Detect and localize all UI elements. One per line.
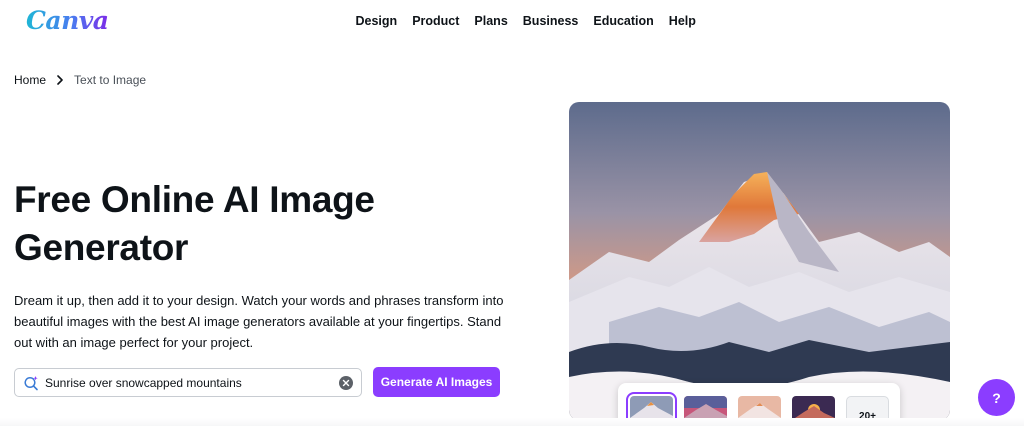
clear-icon[interactable] (339, 376, 353, 390)
nav-plans[interactable]: Plans (467, 14, 515, 28)
generate-ai-images-button[interactable]: Generate AI Images (373, 367, 500, 397)
hero-description: Dream it up, then add it to your design.… (14, 293, 504, 350)
prompt-input[interactable] (45, 369, 335, 396)
nav-education[interactable]: Education (586, 14, 661, 28)
hero-mountain-image (569, 102, 950, 420)
breadcrumb-home[interactable]: Home (14, 73, 46, 87)
breadcrumb: Home Text to Image (14, 73, 146, 87)
nav-design[interactable]: Design (348, 14, 405, 28)
main-nav: Design Product Plans Business Education … (348, 14, 703, 28)
prompt-search-box[interactable] (14, 368, 362, 397)
nav-product[interactable]: Product (405, 14, 467, 28)
ai-search-icon (23, 375, 39, 391)
site-header: Canva Design Product Plans Business Educ… (0, 0, 1024, 44)
breadcrumb-current: Text to Image (74, 73, 147, 87)
page-divider (0, 418, 1024, 426)
chevron-right-icon (46, 75, 74, 85)
help-button[interactable]: ? (978, 379, 1015, 416)
page-title: Free Online AI Image Generator (14, 179, 375, 268)
nav-help[interactable]: Help (661, 14, 703, 28)
canva-logo[interactable]: Canva (26, 6, 109, 35)
nav-business[interactable]: Business (515, 14, 586, 28)
